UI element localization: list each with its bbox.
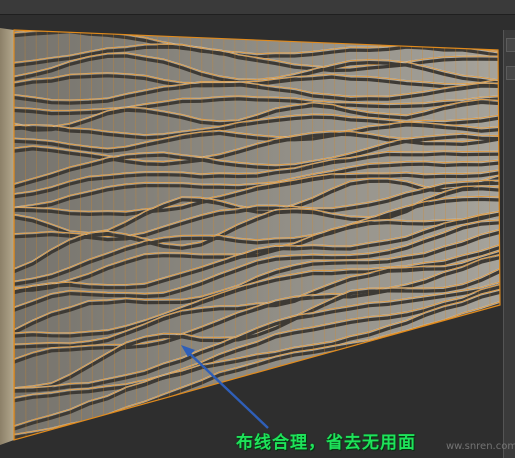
- panel-button[interactable]: [506, 66, 515, 80]
- command-panel-strip[interactable]: [503, 30, 515, 458]
- mesh-scene[interactable]: [0, 0, 515, 458]
- panel-button[interactable]: [506, 38, 515, 52]
- 3d-viewport[interactable]: 布线合理，省去无用面 ww.snren.com: [0, 0, 515, 458]
- site-watermark: ww.snren.com: [446, 441, 515, 452]
- panel-side-face: [0, 28, 14, 445]
- annotation-caption: 布线合理，省去无用面: [236, 433, 416, 453]
